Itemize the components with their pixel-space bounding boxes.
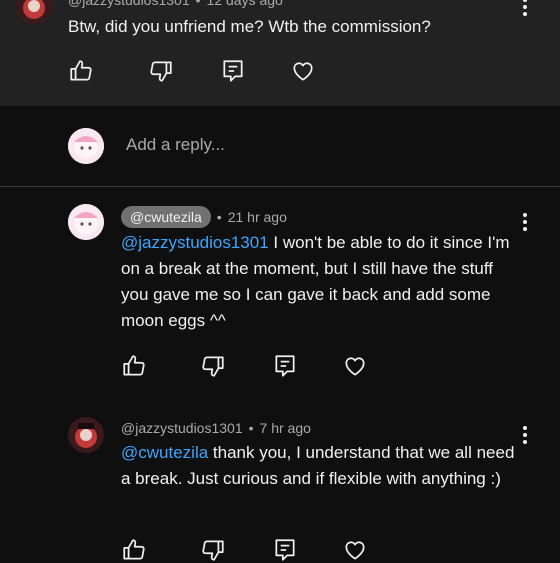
reply-icon[interactable] — [272, 537, 298, 563]
author-handle[interactable]: @jazzystudios1301 — [121, 420, 243, 436]
reply-icon[interactable] — [272, 353, 298, 379]
divider — [0, 186, 560, 187]
heart-icon[interactable] — [342, 537, 368, 563]
thumbs-up-icon[interactable] — [121, 537, 147, 563]
avatar[interactable] — [68, 204, 104, 240]
heart-icon[interactable] — [342, 353, 368, 379]
avatar[interactable] — [16, 0, 52, 24]
more-vertical-icon[interactable] — [518, 211, 532, 233]
comment-time[interactable]: 12 days ago — [207, 0, 283, 8]
thumbs-up-icon[interactable] — [68, 58, 94, 84]
avatar[interactable] — [68, 417, 104, 453]
thumbs-down-icon[interactable] — [200, 353, 226, 379]
meta-separator: • — [195, 0, 201, 8]
highlighted-comment: @jazzystudios1301 • 12 days ago Btw, did y… — [0, 0, 560, 106]
reply-icon[interactable] — [220, 58, 246, 84]
comment-text: @jazzystudios1301 I won't be able to do … — [121, 230, 516, 334]
meta-separator: • — [216, 209, 222, 225]
comment-text: Btw, did you unfriend me? Wtb the commis… — [68, 17, 431, 36]
thumbs-down-icon[interactable] — [200, 537, 226, 563]
mention-link[interactable]: @cwutezila — [121, 443, 208, 462]
heart-icon[interactable] — [290, 58, 316, 84]
avatar — [68, 128, 104, 164]
mention-link[interactable]: @jazzystudios1301 — [121, 233, 269, 252]
comment-time[interactable]: 7 hr ago — [260, 420, 311, 436]
comment-meta: @jazzystudios1301 • 7 hr ago — [121, 420, 311, 436]
comment-meta: @jazzystudios1301 • 12 days ago — [68, 0, 283, 8]
meta-separator: • — [248, 420, 254, 436]
thumbs-up-icon[interactable] — [121, 353, 147, 379]
author-handle[interactable]: @jazzystudios1301 — [68, 0, 190, 8]
author-handle[interactable]: @cwutezila — [121, 206, 211, 228]
comment-time[interactable]: 21 hr ago — [228, 209, 287, 225]
comment-meta: @cwutezila • 21 hr ago — [121, 206, 287, 228]
more-vertical-icon[interactable] — [518, 0, 532, 18]
reply-input[interactable]: Add a reply... — [126, 135, 225, 155]
thumbs-down-icon[interactable] — [148, 58, 174, 84]
comment-text: @cwutezila thank you, I understand that … — [121, 440, 521, 492]
